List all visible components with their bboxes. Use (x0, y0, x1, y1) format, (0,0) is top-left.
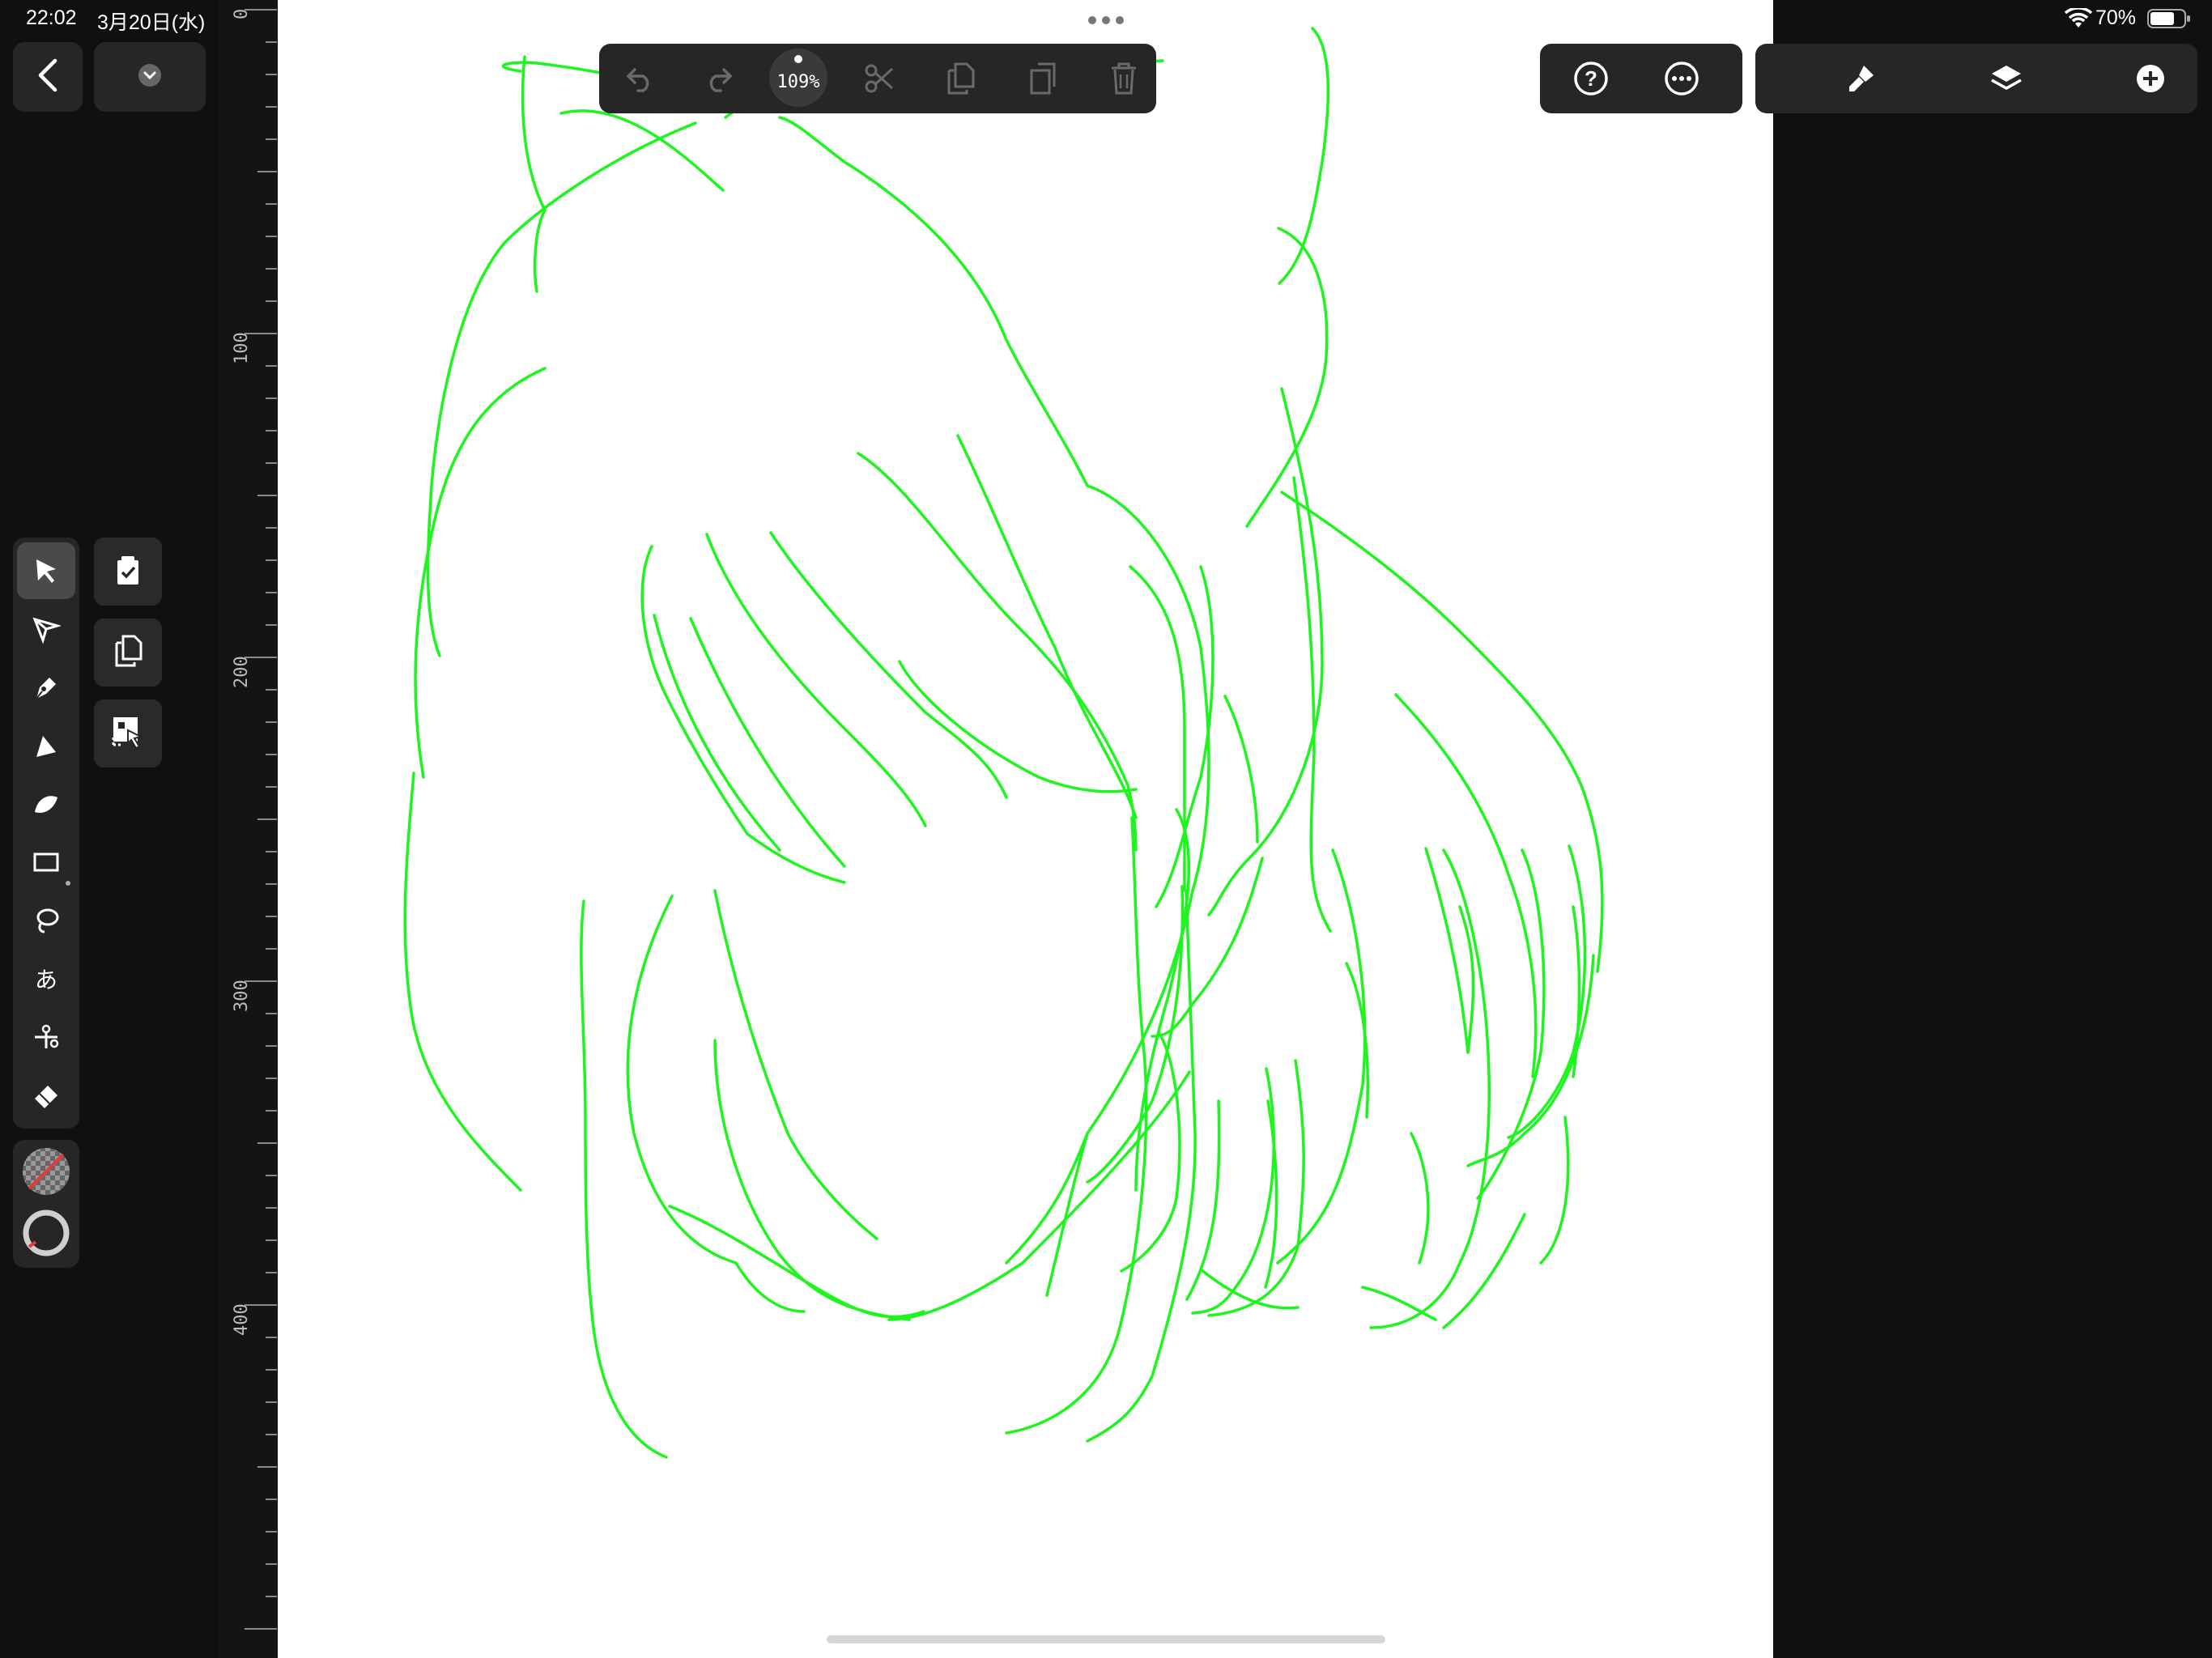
redo-icon[interactable] (688, 44, 750, 113)
battery-percent: 70% (2095, 6, 2137, 29)
zoom-dot (794, 55, 802, 63)
sketch-stroke (1129, 565, 1186, 892)
sketch-stroke (713, 889, 878, 1240)
sketch-stroke (1410, 1132, 1430, 1265)
stroke-color-swatch[interactable] (21, 1208, 71, 1262)
zoom-level: 109% (776, 71, 820, 92)
sketch-stroke (1280, 491, 1604, 973)
sketch-stroke (1361, 1286, 1437, 1321)
ruler-label: 400 (232, 1303, 252, 1336)
fill-color-swatch[interactable] (21, 1146, 71, 1201)
ruler-label: 100 (232, 332, 252, 364)
shape-tool[interactable] (17, 834, 75, 891)
select-tool[interactable] (17, 542, 75, 599)
sketch-stroke (1507, 844, 1587, 1139)
back-button[interactable] (13, 42, 83, 112)
sketch-stroke (1005, 816, 1148, 1435)
undo-icon[interactable] (609, 44, 670, 113)
zoom-indicator[interactable]: 109% (769, 49, 827, 107)
document-menu-button[interactable] (94, 42, 206, 112)
sketch-stroke (778, 116, 1089, 487)
transform-button[interactable] (94, 699, 162, 767)
duplicate-button[interactable] (94, 619, 162, 687)
clipboard-check-button[interactable] (94, 538, 162, 606)
sketch-stroke (653, 614, 781, 852)
sketch-stroke (898, 660, 1138, 793)
help-icon[interactable]: ? (1564, 44, 1618, 113)
sketch-stroke (403, 772, 522, 1192)
chevron-left-icon (36, 57, 60, 97)
duplicate-icon (112, 633, 144, 673)
copy-icon[interactable] (929, 44, 991, 113)
vertical-ruler: 0 100 200 300 400 (219, 0, 277, 1658)
sketch-stroke (521, 55, 547, 293)
svg-text:?: ? (1585, 66, 1597, 91)
sketch-stroke (1191, 1067, 1275, 1315)
fill-tool[interactable] (17, 776, 75, 832)
sketch-stroke (689, 617, 846, 868)
drawing-canvas[interactable] (278, 0, 1773, 1658)
sketch-stroke (1086, 885, 1185, 1184)
ruler-label: 300 (232, 980, 252, 1012)
sketch-stroke (1223, 695, 1259, 844)
wifi-icon (2064, 6, 2093, 33)
sketch-stroke (426, 121, 697, 657)
sketch-strokes (403, 27, 1604, 1459)
scissors-icon[interactable] (849, 44, 910, 113)
panels-group (1755, 44, 2197, 113)
sketch-stroke (1369, 848, 1491, 1329)
sketch-stroke (580, 899, 668, 1459)
layers-icon[interactable] (1976, 44, 2037, 113)
sketch-stroke (1207, 387, 1324, 916)
more-icon[interactable] (1655, 44, 1708, 113)
clipboard-check-icon (113, 554, 143, 590)
chevron-down-icon (138, 63, 162, 91)
brush-settings-icon[interactable] (1831, 44, 1893, 113)
add-icon[interactable] (2120, 44, 2181, 113)
trash-icon[interactable] (1093, 44, 1155, 113)
tools-panel: あ (13, 538, 79, 1129)
sketch-stroke (713, 1039, 911, 1321)
sketch-stroke (1424, 847, 1470, 1054)
sketch-stroke (1292, 476, 1332, 933)
ruler-label: 200 (232, 656, 252, 688)
sketch-stroke (956, 434, 1138, 819)
transform-icon (110, 714, 146, 754)
battery-icon (2147, 8, 2191, 33)
ellipsis-icon[interactable] (1087, 15, 1125, 29)
text-tool[interactable]: あ (17, 950, 75, 1007)
help-more-group: ? (1540, 44, 1742, 113)
sketch-stroke (1394, 693, 1538, 1078)
lasso-tool[interactable] (17, 892, 75, 949)
sketch-stroke (1207, 1059, 1305, 1317)
scissors-tool[interactable] (17, 1009, 75, 1065)
ruler-label: 0 (232, 8, 252, 19)
sketch-stroke (668, 1205, 925, 1319)
pen-tool[interactable] (17, 659, 75, 716)
paste-icon[interactable] (1012, 44, 1074, 113)
sketch-stroke (887, 1070, 1191, 1321)
color-panel (13, 1140, 79, 1268)
vector-brush-tool[interactable] (17, 717, 75, 774)
sketch-stroke (414, 367, 547, 779)
status-date: 3月20日(水) (97, 11, 206, 34)
sketch-stroke (1278, 27, 1330, 285)
node-tool[interactable] (17, 601, 75, 657)
sketch-stroke (1539, 1116, 1570, 1265)
status-time: 22:02 (26, 6, 77, 29)
sketch-stroke (1345, 962, 1369, 1119)
ruler-ticks (245, 9, 277, 1630)
sketch-stroke (1045, 1132, 1089, 1297)
svg-text:あ: あ (35, 967, 57, 993)
edit-toolbar (599, 44, 1156, 113)
home-indicator[interactable] (827, 1635, 1385, 1643)
eraser-tool[interactable] (17, 1067, 75, 1124)
